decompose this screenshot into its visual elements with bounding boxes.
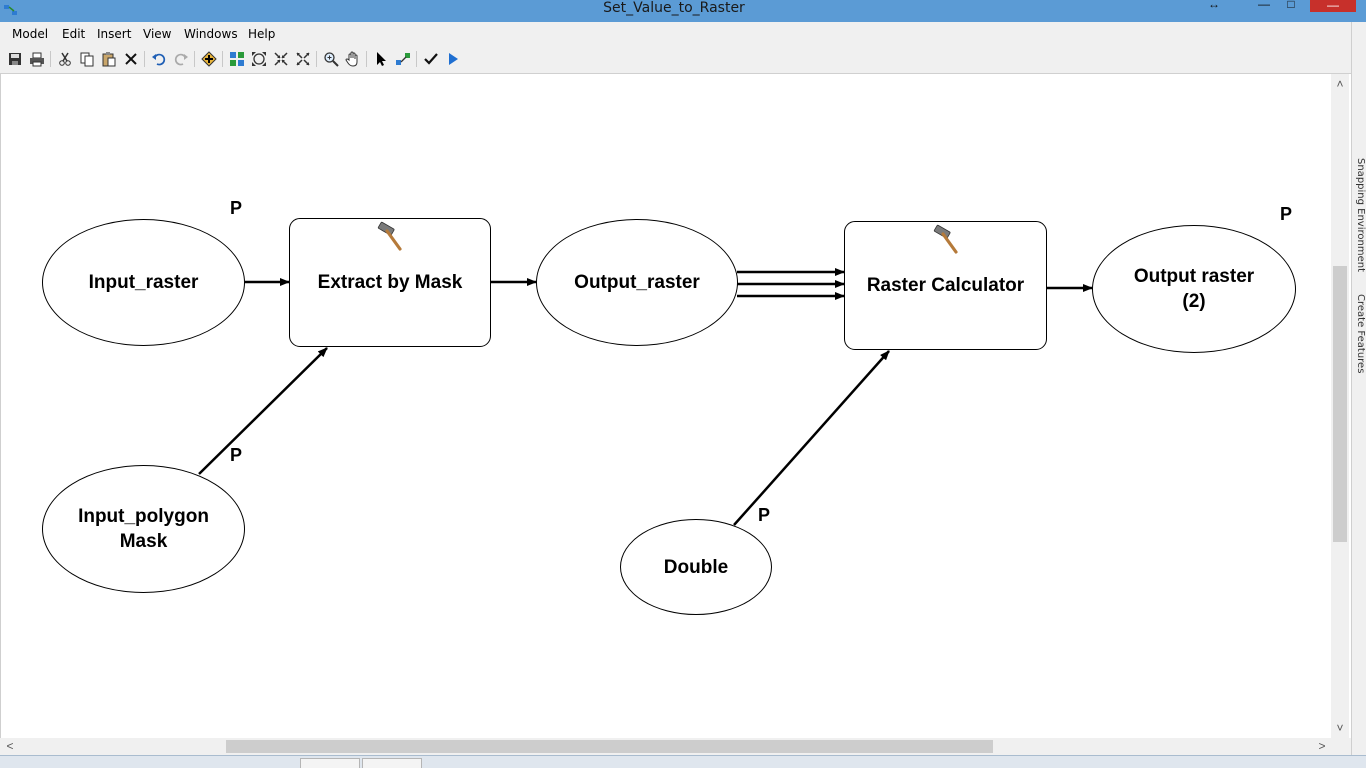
window-title: Set_Value_to_Raster bbox=[603, 0, 745, 16]
parameter-marker: P bbox=[230, 445, 243, 465]
connector-double-to-calculator bbox=[733, 350, 890, 526]
cut-icon[interactable] bbox=[57, 51, 73, 67]
parameter-marker: P bbox=[230, 198, 243, 218]
node-label: Input_raster bbox=[88, 272, 199, 293]
menu-windows[interactable]: Windows bbox=[184, 27, 238, 41]
copy-icon[interactable] bbox=[79, 51, 95, 67]
scrollbar-corner bbox=[1331, 738, 1351, 755]
vertical-scrollbar[interactable]: ˄ ˅ bbox=[1331, 74, 1349, 738]
bottom-tab[interactable] bbox=[362, 758, 422, 768]
docked-windows-strip: Snapping Environment Create Features bbox=[1351, 22, 1366, 762]
input-raster-node[interactable]: Input_raster bbox=[42, 219, 245, 346]
menu-insert[interactable]: Insert bbox=[97, 27, 131, 41]
output-raster-node[interactable]: Output_raster bbox=[536, 219, 738, 346]
double-node[interactable]: Double bbox=[620, 519, 772, 615]
hammer-tool-icon bbox=[931, 224, 961, 254]
node-label: Double bbox=[663, 556, 729, 578]
node-label: Raster Calculator bbox=[866, 274, 1025, 296]
scroll-up-icon[interactable]: ˄ bbox=[1331, 76, 1349, 92]
parameter-marker: P bbox=[1280, 204, 1293, 224]
parameter-marker: P bbox=[758, 505, 771, 525]
print-icon[interactable] bbox=[29, 51, 45, 67]
pan-icon[interactable] bbox=[345, 51, 361, 67]
menu-model[interactable]: Model bbox=[12, 27, 48, 41]
extract-by-mask-tool[interactable]: Extract by Mask bbox=[289, 218, 491, 347]
toolbar-separator bbox=[50, 51, 51, 67]
redo-icon[interactable] bbox=[173, 51, 189, 67]
menu-view[interactable]: View bbox=[143, 27, 171, 41]
horizontal-scrollbar[interactable]: ˂ ˃ bbox=[0, 738, 1331, 755]
create-features-tab[interactable]: Create Features bbox=[1353, 294, 1366, 404]
horizontal-scroll-thumb[interactable] bbox=[226, 740, 993, 753]
bottom-tab[interactable] bbox=[300, 758, 360, 768]
node-label: Output_raster bbox=[574, 272, 700, 293]
toolbar-separator bbox=[222, 51, 223, 67]
title-bar: Set_Value_to_Raster ↔ — □ — bbox=[0, 0, 1366, 22]
toolbar-separator bbox=[194, 51, 195, 67]
run-icon[interactable] bbox=[445, 51, 461, 67]
node-label: Output raster (2) bbox=[1133, 266, 1255, 312]
fixed-zoom-out-icon[interactable] bbox=[295, 51, 311, 67]
undo-icon[interactable] bbox=[151, 51, 167, 67]
hammer-tool-icon bbox=[375, 221, 405, 251]
fixed-zoom-in-icon[interactable] bbox=[273, 51, 289, 67]
select-icon[interactable] bbox=[373, 51, 389, 67]
delete-icon[interactable] bbox=[123, 51, 139, 67]
model-canvas[interactable]: Input_raster Extract by Mask Output_rast… bbox=[0, 74, 1332, 738]
toolbar bbox=[0, 46, 1351, 74]
output-raster-2-node[interactable]: Output raster (2) bbox=[1092, 225, 1296, 353]
toolbar-separator bbox=[416, 51, 417, 67]
toolbar-separator bbox=[144, 51, 145, 67]
close-window-button[interactable]: — bbox=[1310, 0, 1356, 12]
connect-icon[interactable] bbox=[395, 51, 411, 67]
scroll-right-icon[interactable]: ˃ bbox=[1314, 738, 1330, 755]
node-label: Input_polygon Mask bbox=[78, 506, 209, 552]
menu-bar: Model Edit Insert View Windows Help bbox=[0, 22, 1351, 46]
node-label: Extract by Mask bbox=[317, 271, 463, 293]
input-polygon-mask-node[interactable]: Input_polygon Mask bbox=[42, 465, 245, 593]
toolbar-separator bbox=[316, 51, 317, 67]
add-data-icon[interactable] bbox=[201, 51, 217, 67]
scroll-left-icon[interactable]: ˂ bbox=[2, 738, 18, 755]
menu-help[interactable]: Help bbox=[248, 27, 275, 41]
raster-calculator-tool[interactable]: Raster Calculator bbox=[844, 221, 1047, 350]
vertical-scroll-thumb[interactable] bbox=[1333, 266, 1347, 542]
bottom-window-edge bbox=[0, 755, 1366, 768]
snapping-environment-tab[interactable]: Snapping Environment bbox=[1353, 158, 1366, 292]
paste-icon[interactable] bbox=[101, 51, 117, 67]
toolbar-separator bbox=[366, 51, 367, 67]
auto-layout-icon[interactable] bbox=[229, 51, 245, 67]
maximize-icon[interactable]: □ bbox=[1283, 0, 1299, 14]
connector-mask-to-extract bbox=[198, 347, 328, 475]
save-icon[interactable] bbox=[7, 51, 23, 67]
validate-icon[interactable] bbox=[423, 51, 439, 67]
scroll-down-icon[interactable]: ˅ bbox=[1331, 720, 1349, 736]
minimize-icon[interactable]: — bbox=[1256, 0, 1272, 14]
connector-layer bbox=[198, 268, 1093, 526]
zoom-in-icon[interactable] bbox=[323, 51, 339, 67]
menu-edit[interactable]: Edit bbox=[62, 27, 85, 41]
full-extent-icon[interactable] bbox=[251, 51, 267, 67]
restore-icon[interactable]: ↔ bbox=[1206, 0, 1222, 14]
